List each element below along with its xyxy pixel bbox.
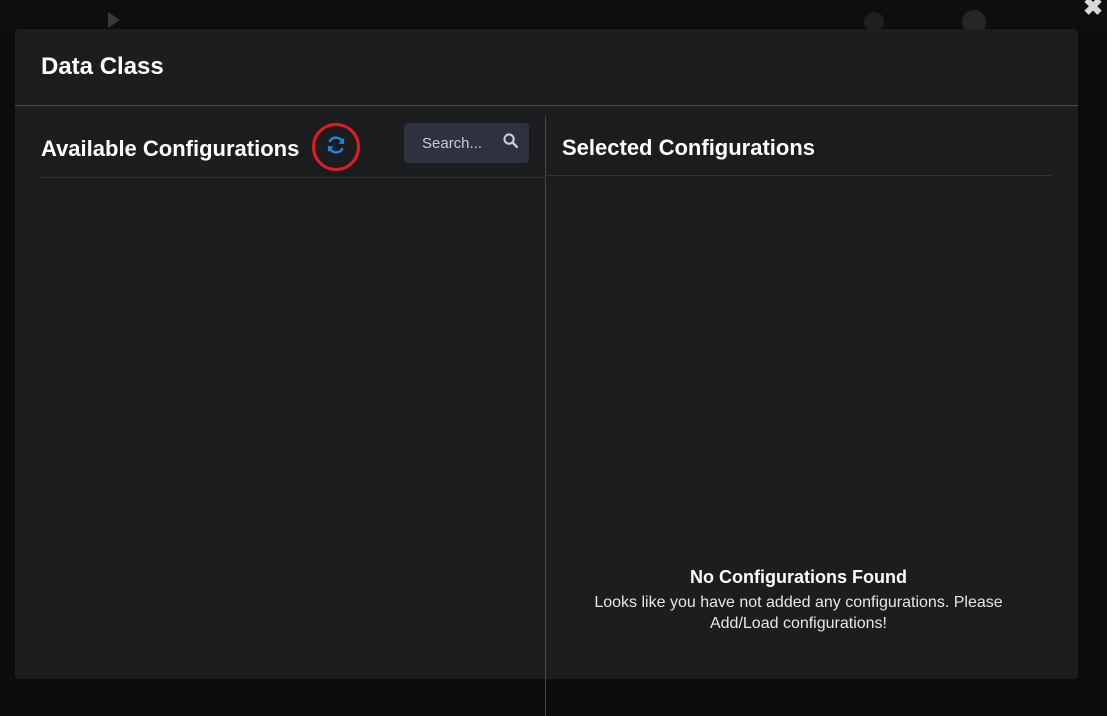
available-configurations-title: Available Configurations — [41, 136, 300, 161]
selected-header-divider — [546, 175, 1051, 176]
empty-state: No Configurations Found Looks like you h… — [546, 567, 1051, 634]
background-app-bar — [0, 0, 1107, 28]
modal-title: Data Class — [41, 53, 164, 80]
refresh-icon — [325, 134, 347, 161]
available-configurations-list — [41, 178, 545, 678]
search-field[interactable] — [404, 123, 529, 163]
available-configurations-pane: Available Configurations — [41, 117, 545, 697]
background-play-icon — [108, 12, 120, 28]
selected-configurations-pane: Selected Configurations No Configuration… — [546, 117, 1051, 697]
modal-header: Data Class — [15, 29, 1078, 106]
close-icon[interactable]: ✖ — [1081, 0, 1105, 20]
refresh-button[interactable] — [312, 123, 360, 171]
data-class-modal: Data Class Available Configurations Sear… — [15, 29, 1078, 716]
selected-configurations-title: Selected Configurations — [562, 135, 816, 160]
empty-state-title: No Configurations Found — [690, 567, 907, 587]
empty-state-message: Looks like you have not added any config… — [594, 594, 1003, 632]
search-icon[interactable] — [502, 132, 519, 154]
search-input[interactable] — [422, 134, 492, 152]
